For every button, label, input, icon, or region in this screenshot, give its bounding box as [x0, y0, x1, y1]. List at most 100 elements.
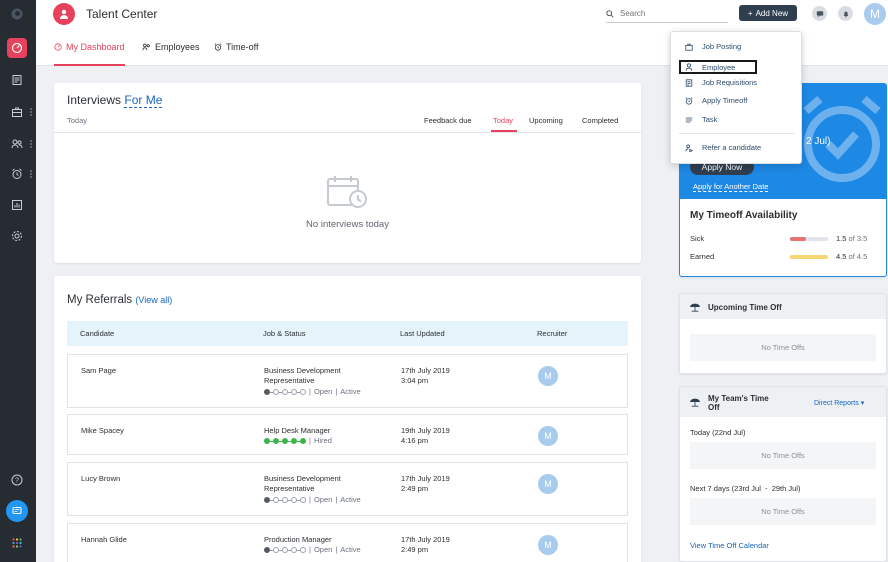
direct-reports-dropdown[interactable]: Direct Reports ▾ [814, 399, 864, 407]
menu-item-apply-timeoff[interactable]: Apply Timeoff [685, 96, 747, 105]
task-icon [685, 117, 693, 122]
column-header-job-status: Job & Status [263, 329, 306, 338]
candidate-name[interactable]: Lucy Brown [81, 474, 120, 484]
top-bar: Talent Center + Add New M [36, 0, 888, 30]
upcoming-timeoff-card: Upcoming Time Off No Time Offs [679, 293, 887, 374]
sick-total: 3.5 [856, 234, 868, 243]
settings-gear-icon[interactable] [7, 226, 27, 246]
direct-reports-label: Direct Reports [814, 400, 859, 407]
help-icon[interactable]: ? [7, 470, 27, 490]
recruiter-avatar[interactable]: M [538, 535, 558, 555]
job-title-line2: Representative [264, 484, 315, 493]
updated-date: 17th July 2019 [401, 366, 450, 375]
interview-tab-today[interactable]: Today [493, 116, 513, 125]
rail-more-dots [30, 108, 32, 116]
menu-item-task[interactable]: Task [685, 115, 717, 124]
status-text: Hired [313, 436, 332, 445]
chat-icon[interactable] [6, 500, 28, 522]
status-line: | Hired [264, 436, 332, 446]
recruiter-avatar[interactable]: M [538, 426, 558, 446]
team-today-label: Today (22nd Jul) [690, 428, 746, 437]
app-title: Talent Center [86, 7, 158, 21]
team-title: My Team's Time Off [708, 394, 769, 412]
tab-time-off[interactable]: Time-off [214, 42, 259, 66]
earned-of: of [848, 252, 855, 261]
user-avatar[interactable]: M [864, 3, 886, 25]
earned-progress-fill [790, 255, 828, 259]
candidate-name[interactable]: Sam Page [81, 366, 116, 376]
briefcase-icon[interactable] [7, 102, 27, 122]
updated-time: 2:49 pm [401, 545, 429, 554]
tab-label: Time-off [226, 42, 259, 52]
svg-text:?: ? [15, 478, 19, 485]
updated-date: 17th July 2019 [401, 474, 450, 483]
refer-candidate-icon [685, 144, 693, 152]
earned-balance: 4.5 of 4.5 [836, 252, 867, 261]
people-icon[interactable] [7, 134, 27, 154]
employees-tab-icon [142, 43, 150, 51]
state-text: Active [340, 387, 361, 396]
referrals-title: My Referrals [67, 294, 133, 306]
table-row[interactable]: Hannah Glide Production Manager | Open | Ac… [67, 523, 628, 562]
status-text: Open [313, 387, 333, 396]
employee-icon [685, 63, 693, 71]
tab-my-dashboard[interactable]: My Dashboard [54, 42, 125, 66]
add-new-dropdown-menu: Job Posting Employee Job Requisitions Ap… [670, 31, 802, 164]
messages-icon[interactable] [812, 6, 827, 21]
alarm-clock-icon[interactable] [7, 164, 27, 184]
interview-tab-feedback[interactable]: Feedback due [424, 116, 472, 125]
interviews-card: Interviews For Me Today Feedback due Tod… [54, 83, 641, 263]
beach-umbrella-icon [690, 398, 700, 407]
recruiter-avatar[interactable]: M [538, 474, 558, 494]
job-title-line2: Representative [264, 376, 315, 385]
candidate-name[interactable]: Mike Spacey [81, 426, 124, 436]
table-row[interactable]: Sam Page Business Development Representa… [67, 354, 628, 408]
candidate-name[interactable]: Hannah Glide [81, 535, 127, 545]
recruiter-avatar[interactable]: M [538, 366, 558, 386]
updated-date: 17th July 2019 [401, 535, 450, 544]
menu-item-job-posting[interactable]: Job Posting [685, 42, 741, 51]
referrals-card: My Referrals (View all) Candidate Job & … [54, 276, 641, 562]
dashboard-icon[interactable] [7, 38, 27, 58]
pipeline-stages [264, 497, 306, 503]
documents-icon[interactable] [7, 70, 27, 90]
dashboard-tab-icon [54, 43, 62, 51]
interview-tab-upcoming[interactable]: Upcoming [529, 116, 563, 125]
rail-more-dots [30, 140, 32, 148]
team-timeoff-card: My Team's Time Off Direct Reports ▾ Toda… [679, 386, 887, 562]
brand-logo-icon [7, 4, 27, 24]
reports-icon[interactable] [7, 195, 27, 215]
status-text: Open [313, 495, 333, 504]
add-new-label: Add New [755, 8, 789, 18]
table-row[interactable]: Lucy Brown Business Development Represen… [67, 462, 628, 516]
status-line: | Open | Active [264, 545, 361, 555]
sick-value: 1.5 [836, 234, 847, 243]
interview-tab-completed[interactable]: Completed [582, 116, 618, 125]
menu-item-employee[interactable]: Employee [679, 60, 757, 74]
job-title-line1: Business Development [264, 474, 341, 483]
job-requisitions-icon [685, 78, 693, 87]
search-box[interactable] [606, 5, 728, 23]
sick-progress-fill [790, 237, 807, 241]
left-nav-rail: ? [0, 0, 36, 562]
state-text: Active [340, 495, 361, 504]
apply-another-date-link[interactable]: Apply for Another Date [693, 182, 769, 192]
add-new-button[interactable]: + Add New [739, 5, 797, 21]
referrals-table-header: Candidate Job & Status Last Updated Recr… [67, 321, 628, 346]
referrals-title-row: My Referrals (View all) [67, 294, 172, 306]
interviews-title: Interviews [67, 93, 122, 107]
calendar-clock-icon [326, 175, 370, 211]
pipeline-stages [264, 547, 306, 553]
interviews-filter-dropdown[interactable]: For Me [124, 93, 163, 108]
earned-label: Earned [690, 252, 715, 261]
view-calendar-link[interactable]: View Time Off Calendar [690, 541, 769, 550]
menu-item-job-requisitions[interactable]: Job Requisitions [685, 78, 757, 87]
search-input[interactable] [620, 9, 720, 18]
notifications-bell-icon[interactable] [838, 6, 853, 21]
menu-item-refer-candidate[interactable]: Refer a candidate [685, 143, 761, 152]
apps-grid-icon[interactable] [7, 533, 27, 553]
table-row[interactable]: Mike Spacey Help Desk Manager | Hired 19t… [67, 414, 628, 455]
referrals-view-all-link[interactable]: (View all) [135, 295, 172, 305]
tab-employees[interactable]: Employees [142, 42, 200, 66]
upcoming-title: Upcoming Time Off [708, 303, 782, 312]
